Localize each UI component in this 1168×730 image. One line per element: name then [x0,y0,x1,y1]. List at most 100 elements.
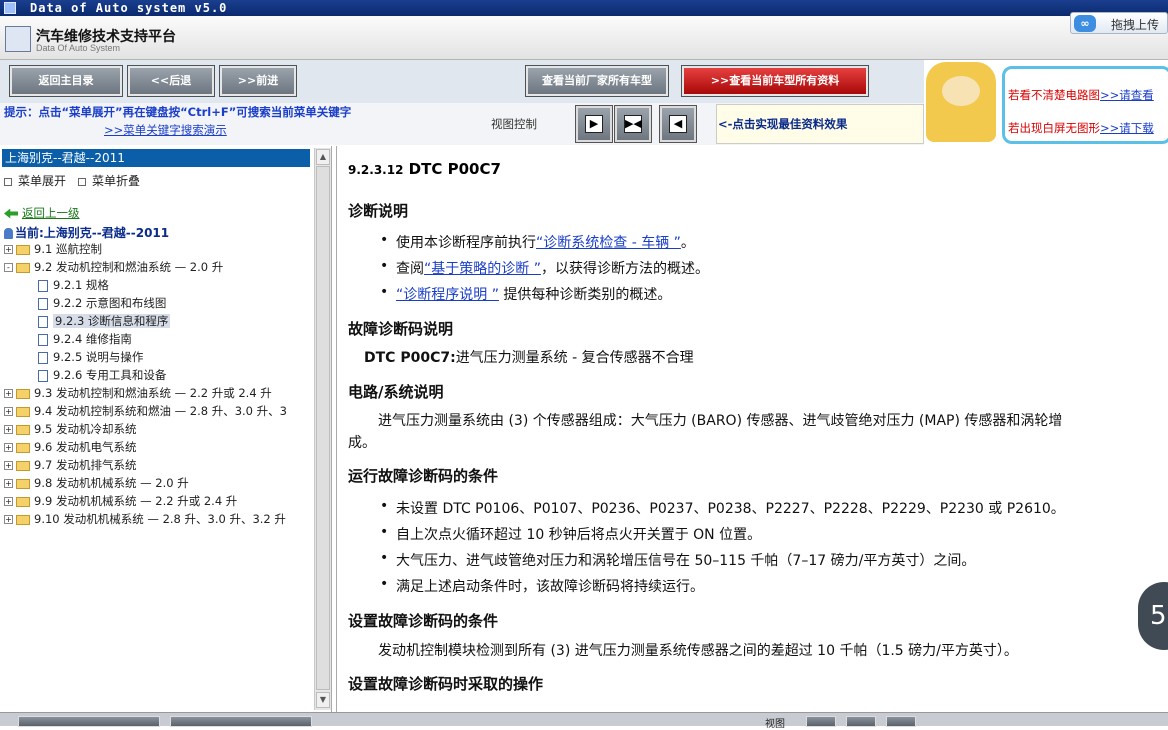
left-scrollbar[interactable]: ▲ ▼ [314,148,331,710]
selected-car[interactable]: 上海别克--君越--2011 [2,149,310,167]
view-split-button[interactable]: ▶◀ [614,105,652,143]
hint-text: 提示：点击“菜单展开”再在键盘按“Ctrl+F”可搜索当前菜单关键字 [4,105,352,119]
folder-icon [16,514,30,525]
scroll-down-icon[interactable]: ▼ [316,692,330,708]
menu-collapse-option[interactable]: 菜单折叠 [78,172,140,189]
folder-icon [16,406,30,417]
view-circuit-link[interactable]: >>请查看 [1100,88,1154,102]
heading-circuit-description: 电路/系统说明 [348,383,444,401]
document-icon [38,369,48,382]
bottom-view-button[interactable] [806,716,836,727]
dtc-description: DTC P00C7:进气压力测量系统 - 复合传感器不合理 [364,350,694,366]
list-item: 自上次点火循环超过 10 秒钟后将点火开关置于 ON 位置。 [380,524,761,544]
back-up-link[interactable]: 返回上一级 [4,205,80,221]
folder-icon [16,460,30,471]
scroll-up-icon[interactable]: ▲ [316,149,330,165]
ad-line-2: 若出现白屏无图形>>请下载 [1008,121,1154,135]
effect-hint-text: <-点击实现最佳资料效果 [718,117,848,131]
expand-toggle-icon: + [4,479,13,488]
expand-toggle-icon: + [4,461,13,470]
window-title: Data of Auto system v5.0 [30,1,228,15]
tree-item-9-10[interactable]: +9.10 发动机机械系统 — 2.8 升、3.0 升、3.2 升 [4,510,312,528]
heading-run-conditions: 运行故障诊断码的条件 [348,467,499,485]
expand-toggle-icon: + [4,515,13,524]
bottom-view-button[interactable] [846,716,876,727]
arrow-left-icon: ◀ [669,115,687,133]
bottom-button[interactable] [18,716,160,727]
system-check-link[interactable]: “诊断系统检查 - 车辆 ” [536,235,681,251]
tree-item-9-4[interactable]: +9.4 发动机控制系统和燃油 — 2.8 升、3.0 升、3 [4,402,287,420]
brand-subtitle: Data Of Auto System [36,43,121,53]
floating-badge[interactable]: 5 [1138,582,1168,650]
square-icon [78,177,86,186]
collapse-toggle-icon: - [4,263,13,272]
strategy-diagnosis-link[interactable]: “基于策略的诊断 ” [424,261,541,277]
document-icon [38,351,48,364]
tree-item-9-9[interactable]: +9.9 发动机机械系统 — 2.2 升或 2.4 升 [4,492,237,510]
view-control-label: 视图控制 [491,117,537,131]
upload-button[interactable]: ∞ 拖拽上传 [1070,12,1168,34]
bottom-view-label: 视图 [765,719,785,730]
document-icon [38,333,48,346]
heading-set-conditions: 设置故障诊断码的条件 [348,612,499,630]
scroll-thumb[interactable] [316,166,330,690]
document-icon [38,297,48,310]
tree-item-9-5[interactable]: +9.5 发动机冷却系统 [4,420,136,438]
tools-logo-icon [5,26,31,52]
heading-dtc-description: 故障诊断码说明 [348,320,454,338]
page-title: 9.2.3.12 DTC P00C7 [348,160,501,178]
list-item: 使用本诊断程序前执行“诊断系统检查 - 车辆 ”。 [380,232,695,252]
procedure-notes-link[interactable]: “诊断程序说明 ” [396,287,499,303]
download-link[interactable]: >>请下载 [1100,121,1154,135]
current-path: 当前:上海别克--君越--2011 [4,224,169,241]
tree-item-9-2-3[interactable]: 9.2.3 诊断信息和程序 [38,312,171,330]
heading-actions: 设置故障诊断码时采取的操作 [348,675,544,693]
folder-icon [16,388,30,399]
expand-toggle-icon: + [4,389,13,398]
tree-item-9-1[interactable]: +9.1 巡航控制 [4,240,102,258]
view-expand-right-button[interactable]: ▶ [575,105,613,143]
list-item: 查阅“基于策略的诊断 ”，以获得诊断方法的概述。 [380,258,709,278]
current-model-button[interactable]: >>查看当前车型所有资料 [681,65,869,97]
menu-expand-option[interactable]: 菜单展开 [4,172,66,189]
document-icon [38,315,48,328]
list-item: 满足上述启动条件时，该故障诊断码将持续运行。 [380,576,704,596]
list-item: 未设置 DTC P0106、P0107、P0236、P0237、P0238、P2… [380,498,1065,518]
square-icon [4,177,12,186]
tree-item-9-2-4[interactable]: 9.2.4 维修指南 [38,330,132,348]
bottom-button[interactable] [170,716,312,727]
home-button[interactable]: 返回主目录 [9,65,123,97]
tree-item-9-8[interactable]: +9.8 发动机机械系统 — 2.0 升 [4,474,189,492]
forward-button[interactable]: >>前进 [219,65,297,97]
ad-line-1: 若看不清楚电路图>>请查看 [1008,88,1154,102]
tree-item-9-2-2[interactable]: 9.2.2 示意图和布线图 [38,294,166,312]
folder-open-icon [16,262,30,273]
all-models-button[interactable]: 查看当前厂家所有车型 [525,65,669,97]
heading-diagnostic-notes: 诊断说明 [348,202,409,220]
folder-icon [16,478,30,489]
tree-item-9-2-6[interactable]: 9.2.6 专用工具和设备 [38,366,166,384]
expand-toggle-icon: + [4,497,13,506]
tree-item-9-2[interactable]: -9.2 发动机控制和燃油系统 — 2.0 升 [4,258,223,276]
folder-icon [16,424,30,435]
person-icon [4,228,13,239]
bottom-view-button[interactable] [886,716,916,727]
back-button[interactable]: <<后退 [127,65,215,97]
green-arrow-left-icon [4,208,18,219]
search-demo-link[interactable]: >>菜单关键字搜索演示 [104,122,227,138]
tree-item-9-7[interactable]: +9.7 发动机排气系统 [4,456,136,474]
tree-item-9-2-5[interactable]: 9.2.5 说明与操作 [38,348,143,366]
split-icon: ▶◀ [624,115,642,133]
cloud-icon: ∞ [1074,15,1096,32]
tree-item-9-6[interactable]: +9.6 发动机电气系统 [4,438,136,456]
circuit-text-line-2: 成。 [348,435,376,451]
view-expand-left-button[interactable]: ◀ [659,105,697,143]
set-conditions-text: 发动机控制模块检测到所有 (3) 进气压力测量系统传感器之间的差超过 10 千帕… [378,643,1018,659]
mechanic-mascot-icon [926,62,996,142]
expand-toggle-icon: + [4,407,13,416]
window-title-bar: Data of Auto system v5.0 [0,0,1168,16]
tree-item-9-2-1[interactable]: 9.2.1 规格 [38,276,109,294]
tree-item-9-3[interactable]: +9.3 发动机控制和燃油系统 — 2.2 升或 2.4 升 [4,384,272,402]
list-item: 大气压力、进气歧管绝对压力和涡轮增压信号在 50–115 千帕（7–17 磅力/… [380,550,975,570]
expand-toggle-icon: + [4,443,13,452]
